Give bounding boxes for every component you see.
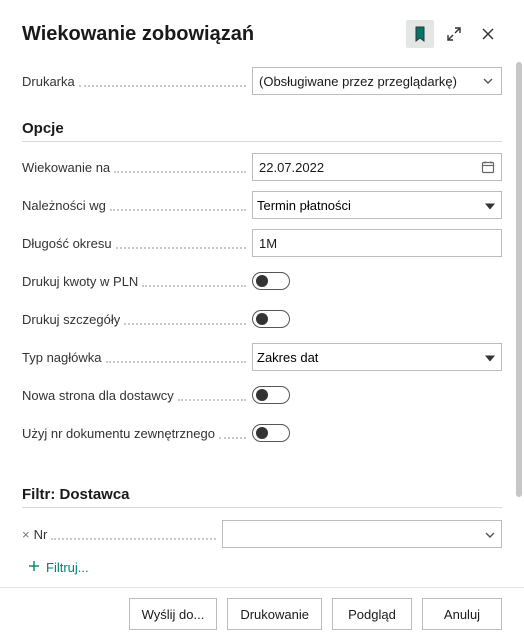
close-icon[interactable]	[474, 20, 502, 48]
remove-filter-icon[interactable]: ×	[22, 527, 30, 542]
heading-type-row: Typ nagłówka Zakres dat	[22, 338, 502, 376]
aging-on-label: Wiekowanie na	[22, 160, 114, 175]
body-scroll: Drukarka (Obsługiwane przez przeglądarkę…	[22, 62, 524, 577]
aging-by-row: Należności wg Termin płatności	[22, 186, 502, 224]
period-length-label: Długość okresu	[22, 236, 116, 251]
body: Drukarka (Obsługiwane przez przeglądarkę…	[0, 52, 524, 587]
printer-select[interactable]: (Obsługiwane przez przeglądarkę)	[252, 67, 502, 95]
ext-doc-label: Użyj nr dokumentu zewnętrznego	[22, 426, 219, 441]
bookmark-icon[interactable]	[406, 20, 434, 48]
cancel-button[interactable]: Anuluj	[422, 598, 502, 630]
header-actions	[406, 20, 502, 48]
expand-icon[interactable]	[440, 20, 468, 48]
aging-by-label: Należności wg	[22, 198, 110, 213]
ext-doc-toggle[interactable]	[252, 424, 290, 442]
filter-no-row: × Nr	[22, 514, 502, 554]
plus-icon	[28, 560, 40, 575]
printer-label: Drukarka	[22, 74, 252, 89]
new-page-label: Nowa strona dla dostawcy	[22, 388, 178, 403]
add-filter-label: Filtruj...	[46, 560, 89, 575]
heading-type-label: Typ nagłówka	[22, 350, 106, 365]
ext-doc-row: Użyj nr dokumentu zewnętrznego	[22, 414, 502, 452]
new-page-toggle[interactable]	[252, 386, 290, 404]
new-page-row: Nowa strona dla dostawcy	[22, 376, 502, 414]
page-title: Wiekowanie zobowiązań	[22, 23, 406, 46]
print-details-toggle[interactable]	[252, 310, 290, 328]
print-pln-label: Drukuj kwoty w PLN	[22, 274, 142, 289]
send-to-button[interactable]: Wyślij do...	[129, 598, 218, 630]
dialog-window: Wiekowanie zobowiązań Drukarka	[0, 0, 524, 644]
calendar-icon[interactable]	[477, 160, 495, 174]
print-pln-row: Drukuj kwoty w PLN	[22, 262, 502, 300]
printer-row: Drukarka (Obsługiwane przez przeglądarkę…	[22, 62, 502, 100]
chevron-down-icon	[481, 78, 495, 84]
header: Wiekowanie zobowiązań	[0, 0, 524, 52]
print-details-row: Drukuj szczegóły	[22, 300, 502, 338]
section-options: Opcje	[22, 120, 502, 142]
aging-on-input[interactable]: 22.07.2022	[252, 153, 502, 181]
aging-on-row: Wiekowanie na 22.07.2022	[22, 148, 502, 186]
print-details-label: Drukuj szczegóły	[22, 312, 124, 327]
print-button[interactable]: Drukowanie	[227, 598, 322, 630]
period-length-input[interactable]: 1M	[252, 229, 502, 257]
add-filter-button[interactable]: Filtruj...	[28, 560, 89, 575]
filter-no-label: Nr	[34, 527, 52, 542]
aging-by-select[interactable]: Termin płatności	[252, 191, 502, 219]
filter-no-lookup[interactable]	[222, 520, 502, 548]
chevron-down-icon	[485, 525, 495, 543]
preview-button[interactable]: Podgląd	[332, 598, 412, 630]
footer: Wyślij do... Drukowanie Podgląd Anuluj	[0, 587, 524, 644]
period-length-row: Długość okresu 1M	[22, 224, 502, 262]
heading-type-select[interactable]: Zakres dat	[252, 343, 502, 371]
scrollbar[interactable]	[516, 62, 522, 497]
section-filter: Filtr: Dostawca	[22, 486, 502, 508]
print-pln-toggle[interactable]	[252, 272, 290, 290]
